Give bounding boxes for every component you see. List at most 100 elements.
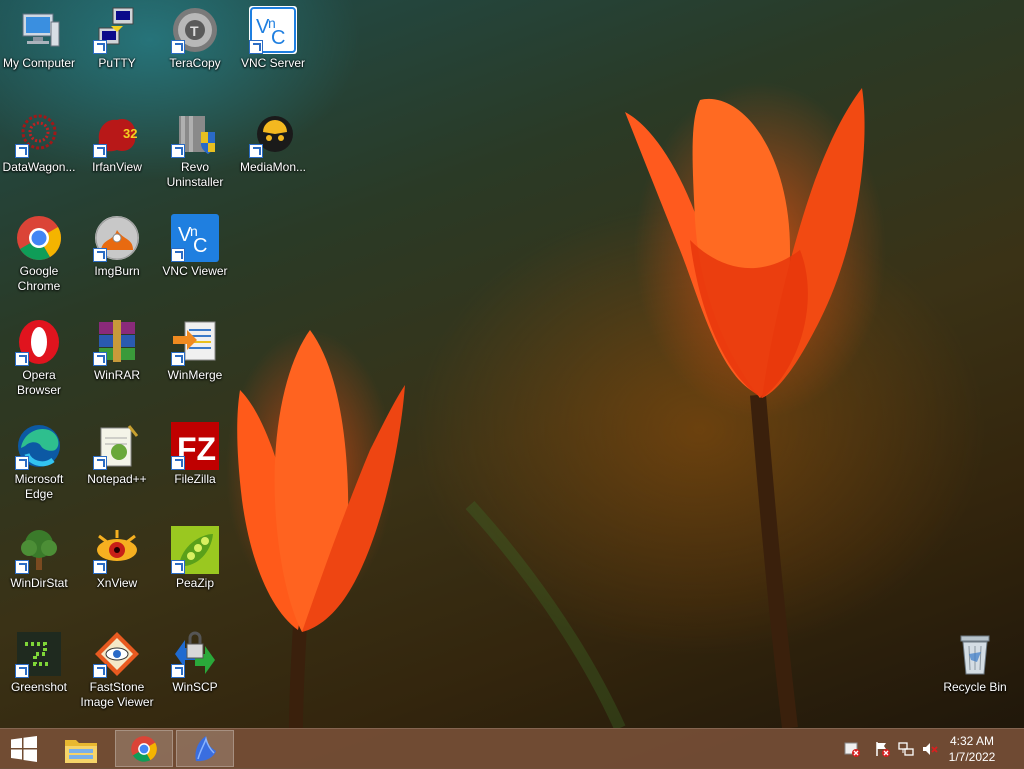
desktop-icon-opera[interactable]: Opera Browser <box>0 312 78 398</box>
shortcut-arrow-icon <box>171 456 185 470</box>
desktop-icon-windirstat[interactable]: WinDirStat <box>0 520 78 591</box>
desktop-icon-label: My Computer <box>2 56 76 70</box>
desktop-icon-label: Opera Browser <box>16 368 61 397</box>
desktop-icon-label: Google Chrome <box>17 264 61 293</box>
desktop-icon-recycle-bin[interactable]: Recycle Bin <box>936 624 1014 695</box>
desktop-icon-microsoft-edge[interactable]: Microsoft Edge <box>0 416 78 502</box>
edge-icon <box>15 422 63 470</box>
winrar-icon <box>93 318 141 366</box>
xnview-icon <box>93 526 141 574</box>
shortcut-arrow-icon <box>93 456 107 470</box>
desktop-icon-xnview[interactable]: XnView <box>78 520 156 591</box>
shortcut-arrow-icon <box>171 560 185 574</box>
putty-icon <box>93 6 141 54</box>
revo-uninstaller-icon <box>171 110 219 158</box>
desktop-icon-vnc-server[interactable]: VCn VNC Server <box>234 0 312 71</box>
shortcut-arrow-icon <box>15 144 29 158</box>
desktop-icon-revo-uninstaller[interactable]: Revo Uninstaller <box>156 104 234 190</box>
clock-time: 4:32 AM <box>949 734 995 748</box>
shortcut-arrow-icon <box>249 40 263 54</box>
desktop-icon-label: Recycle Bin <box>943 680 1007 694</box>
shortcut-arrow-icon <box>93 664 107 678</box>
my-computer-icon <box>15 6 63 54</box>
desktop-icon-peazip[interactable]: PeaZip <box>156 520 234 591</box>
tray-notification-icon[interactable] <box>844 741 860 757</box>
desktop-icon-label: FileZilla <box>174 472 216 486</box>
irfanview-icon: 32 <box>93 110 141 158</box>
desktop-icon-label: WinRAR <box>93 368 140 382</box>
vnc-viewer-icon: VCn <box>171 214 219 262</box>
network-icon[interactable] <box>898 741 914 757</box>
volume-muted-icon[interactable] <box>922 741 938 757</box>
imgburn-icon <box>93 214 141 262</box>
vnc-server-icon: VCn <box>249 6 297 54</box>
shortcut-arrow-icon <box>249 144 263 158</box>
desktop-icon-label: ImgBurn <box>94 264 140 278</box>
action-center-flag-icon[interactable] <box>874 741 890 757</box>
taskbar-chrome[interactable] <box>115 730 173 767</box>
shortcut-arrow-icon <box>15 664 29 678</box>
desktop-icon-label: WinDirStat <box>10 576 68 590</box>
desktop-icon-imgburn[interactable]: ImgBurn <box>78 208 156 279</box>
desktop-icon-putty[interactable]: PuTTY <box>78 0 156 71</box>
shortcut-arrow-icon <box>15 456 29 470</box>
desktop-icon-datawagon[interactable]: DataWagon... <box>0 104 78 175</box>
greenshot-icon <box>15 630 63 678</box>
mediamonkey-icon <box>249 110 297 158</box>
desktop-icon-winmerge[interactable]: WinMerge <box>156 312 234 383</box>
desktop-icon-teracopy[interactable]: T TeraCopy <box>156 0 234 71</box>
desktop-icon-label: FastStone Image Viewer <box>80 680 154 709</box>
peazip-icon <box>171 526 219 574</box>
winmerge-icon <box>171 318 219 366</box>
shortcut-arrow-icon <box>171 248 185 262</box>
desktop-icon-my-computer[interactable]: My Computer <box>0 0 78 71</box>
datawagon-icon <box>15 110 63 158</box>
opera-icon <box>15 318 63 366</box>
desktop-icon-filezilla[interactable]: FZ FileZilla <box>156 416 234 487</box>
shortcut-arrow-icon <box>93 560 107 574</box>
shortcut-arrow-icon <box>15 352 29 366</box>
folder-icon <box>65 739 97 763</box>
desktop-icon-label: Microsoft Edge <box>14 472 64 501</box>
desktop-icon-google-chrome[interactable]: Google Chrome <box>0 208 78 294</box>
start-button[interactable] <box>0 729 48 769</box>
shortcut-arrow-icon <box>93 352 107 366</box>
shortcut-arrow-icon <box>93 40 107 54</box>
shortcut-arrow-icon <box>93 248 107 262</box>
recycle-bin-icon <box>951 630 999 678</box>
chrome-icon <box>131 735 157 762</box>
taskbar-clock[interactable]: 4:32 AM 1/7/2022 <box>942 733 1002 765</box>
desktop-icon-label: VNC Server <box>240 56 305 70</box>
desktop-icon-label: TeraCopy <box>169 56 221 70</box>
desktop-icon-label: Notepad++ <box>87 472 147 486</box>
desktop-icon-irfanview[interactable]: 32 IrfanView <box>78 104 156 175</box>
desktop-icon-mediamonkey[interactable]: MediaMon... <box>234 104 312 175</box>
svg-text:32: 32 <box>123 126 137 141</box>
shortcut-arrow-icon <box>93 144 107 158</box>
desktop-icon-vnc-viewer[interactable]: VCn VNC Viewer <box>156 208 234 279</box>
desktop-icon-label: DataWagon... <box>2 160 76 174</box>
filezilla-icon: FZ <box>171 422 219 470</box>
faststone-icon <box>93 630 141 678</box>
chrome-icon <box>15 214 63 262</box>
desktop-icon-greenshot[interactable]: Greenshot <box>0 624 78 695</box>
shortcut-arrow-icon <box>171 352 185 366</box>
windows-logo-icon <box>11 736 37 762</box>
taskbar-file-explorer[interactable] <box>52 730 110 767</box>
desktop-icon-label: MediaMon... <box>239 160 307 174</box>
bird-icon <box>195 735 216 761</box>
taskbar-bluebird[interactable] <box>176 730 234 767</box>
desktop-icon-winrar[interactable]: WinRAR <box>78 312 156 383</box>
desktop-icon-notepadpp[interactable]: Notepad++ <box>78 416 156 487</box>
desktop-icon-label: Revo Uninstaller <box>166 160 224 189</box>
desktop-icon-label: VNC Viewer <box>162 264 228 278</box>
desktop-icon-faststone[interactable]: FastStone Image Viewer <box>78 624 156 710</box>
desktop-icon-winscp[interactable]: WinSCP <box>156 624 234 695</box>
svg-text:T: T <box>190 23 199 39</box>
windirstat-icon <box>15 526 63 574</box>
desktop-icon-label: WinMerge <box>167 368 223 382</box>
shortcut-arrow-icon <box>171 144 185 158</box>
desktop-icon-label: WinSCP <box>172 680 218 694</box>
desktop: My Computer DataWagon... Google Chrome O… <box>0 0 1024 728</box>
winscp-icon <box>171 630 219 678</box>
